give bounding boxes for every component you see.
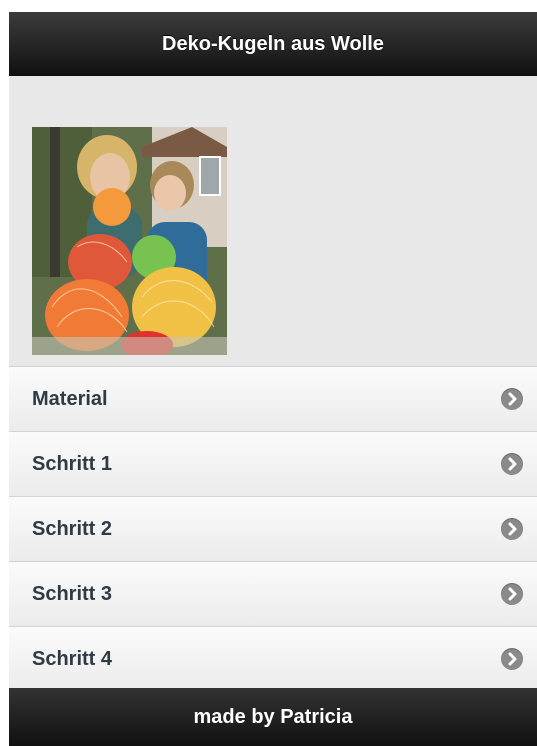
page-title: Deko-Kugeln aus Wolle <box>162 32 384 55</box>
page-header: Deko-Kugeln aus Wolle <box>9 12 537 76</box>
app-frame: Deko-Kugeln aus Wolle Material Schritt 1… <box>9 12 537 746</box>
chevron-right-icon <box>501 518 523 540</box>
chevron-right-icon <box>501 583 523 605</box>
list-item-schritt-2[interactable]: Schritt 2 <box>9 496 537 561</box>
list-item-material[interactable]: Material <box>9 366 537 431</box>
chevron-right-icon <box>501 453 523 475</box>
list-item-schritt-1[interactable]: Schritt 1 <box>9 431 537 496</box>
list-item-schritt-4[interactable]: Schritt 4 <box>9 626 537 691</box>
list-item-label: Schritt 2 <box>32 517 113 540</box>
chevron-right-icon <box>501 388 523 410</box>
list-item-label: Schritt 4 <box>32 647 113 670</box>
page-footer: made by Patricia <box>9 688 537 746</box>
footer-text: made by Patricia <box>193 705 353 728</box>
content-area <box>9 76 537 366</box>
list-item-label: Schritt 1 <box>32 452 113 475</box>
nav-list: Material Schritt 1 Schritt 2 Schritt 3 S… <box>9 366 537 691</box>
craft-photo <box>32 127 227 355</box>
list-item-label: Schritt 3 <box>32 582 113 605</box>
list-item-schritt-3[interactable]: Schritt 3 <box>9 561 537 626</box>
list-item-label: Material <box>32 387 108 410</box>
chevron-right-icon <box>501 648 523 670</box>
